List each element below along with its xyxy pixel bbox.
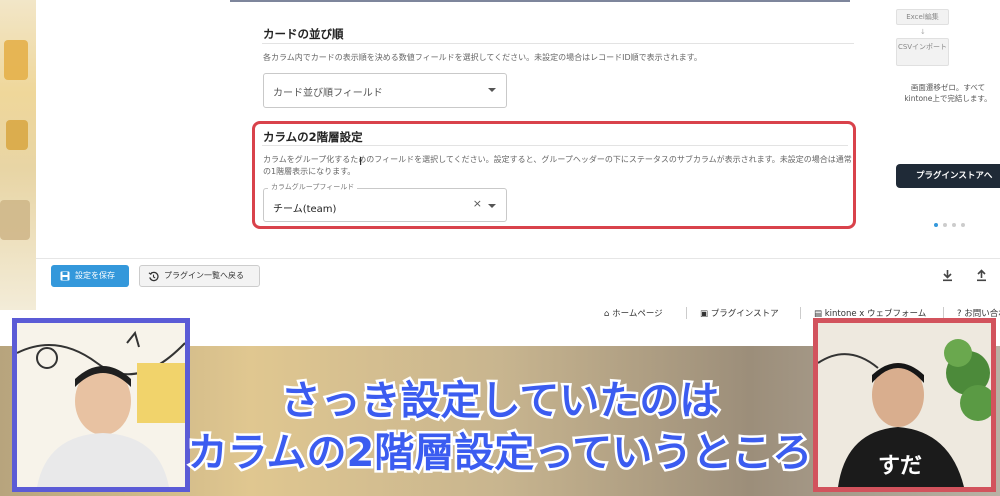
right-promo-panel: Excel編集 ↓ CSVインポート 画面遷移ゼロ。すべてkintone上で完結…: [896, 0, 1000, 258]
column-section-title: カラムの2階層設定: [263, 130, 363, 144]
sort-section-title: カードの並び順: [263, 27, 344, 41]
download-icon[interactable]: [942, 269, 953, 282]
save-button[interactable]: 設定を保存: [51, 265, 129, 287]
chevron-down-icon[interactable]: [488, 88, 496, 92]
carousel-dot[interactable]: [952, 223, 956, 227]
carousel-dot[interactable]: [943, 223, 947, 227]
footer-link-plugin-store[interactable]: ▣ プラグインストア: [700, 307, 779, 319]
blurred-background-left: [0, 0, 36, 310]
back-to-plugins-button[interactable]: プラグイン一覧へ戻る: [139, 265, 260, 287]
footer-link-homepage[interactable]: ⌂ ホームページ: [604, 307, 663, 319]
column-group-field-select[interactable]: チーム(team) ×: [263, 188, 507, 222]
select-value: チーム(team): [273, 204, 337, 215]
promo-text: 画面遷移ゼロ。すべてkintone上で完結します。: [904, 83, 992, 103]
column-section-divider: [262, 145, 848, 146]
footer-separator: [800, 307, 801, 319]
save-button-label: 設定を保存: [75, 271, 115, 280]
back-button-label: プラグイン一覧へ戻る: [164, 271, 244, 280]
select-placeholder: カード並び順フィールド: [273, 88, 383, 99]
chevron-down-icon[interactable]: [488, 204, 496, 208]
footer-separator: [686, 307, 687, 319]
plugin-store-button[interactable]: プラグインストアへ: [896, 164, 1000, 188]
subtitle-line-2: カラムの2階層設定っていうところ: [185, 428, 815, 479]
floppy-disk-icon: [60, 271, 70, 281]
upload-icon[interactable]: [976, 269, 987, 282]
excel-edit-button[interactable]: Excel編集: [896, 9, 949, 25]
arrow-down-icon: ↓: [920, 28, 926, 36]
top-divider: [230, 0, 850, 2]
column-section-description-1: カラムをグループ化するためのフィールドを選択してください。設定すると、グループヘ…: [263, 155, 852, 164]
carousel-dots[interactable]: [934, 212, 970, 231]
carousel-dot[interactable]: [934, 223, 938, 227]
card-sort-field-select[interactable]: カード並び順フィールド: [263, 73, 507, 108]
history-icon: [148, 271, 159, 282]
column-section-description-2: の1階層表示になります。: [263, 167, 356, 176]
csv-import-button[interactable]: CSVインポート: [896, 38, 949, 66]
home-icon: ⌂: [604, 309, 613, 319]
subtitle-line-1: さっき設定していたのは: [278, 376, 722, 427]
carousel-dot[interactable]: [961, 223, 965, 227]
sort-section-description: 各カラム内でカードの表示順を決める数値フィールドを選択してください。未設定の場合…: [263, 53, 702, 62]
column-group-field-label: カラムグループフィールド: [268, 182, 358, 192]
text-cursor-icon: I: [359, 155, 363, 168]
bag-icon: ▣: [700, 309, 711, 319]
clear-icon[interactable]: ×: [473, 197, 482, 210]
sort-section-divider: [262, 43, 854, 44]
